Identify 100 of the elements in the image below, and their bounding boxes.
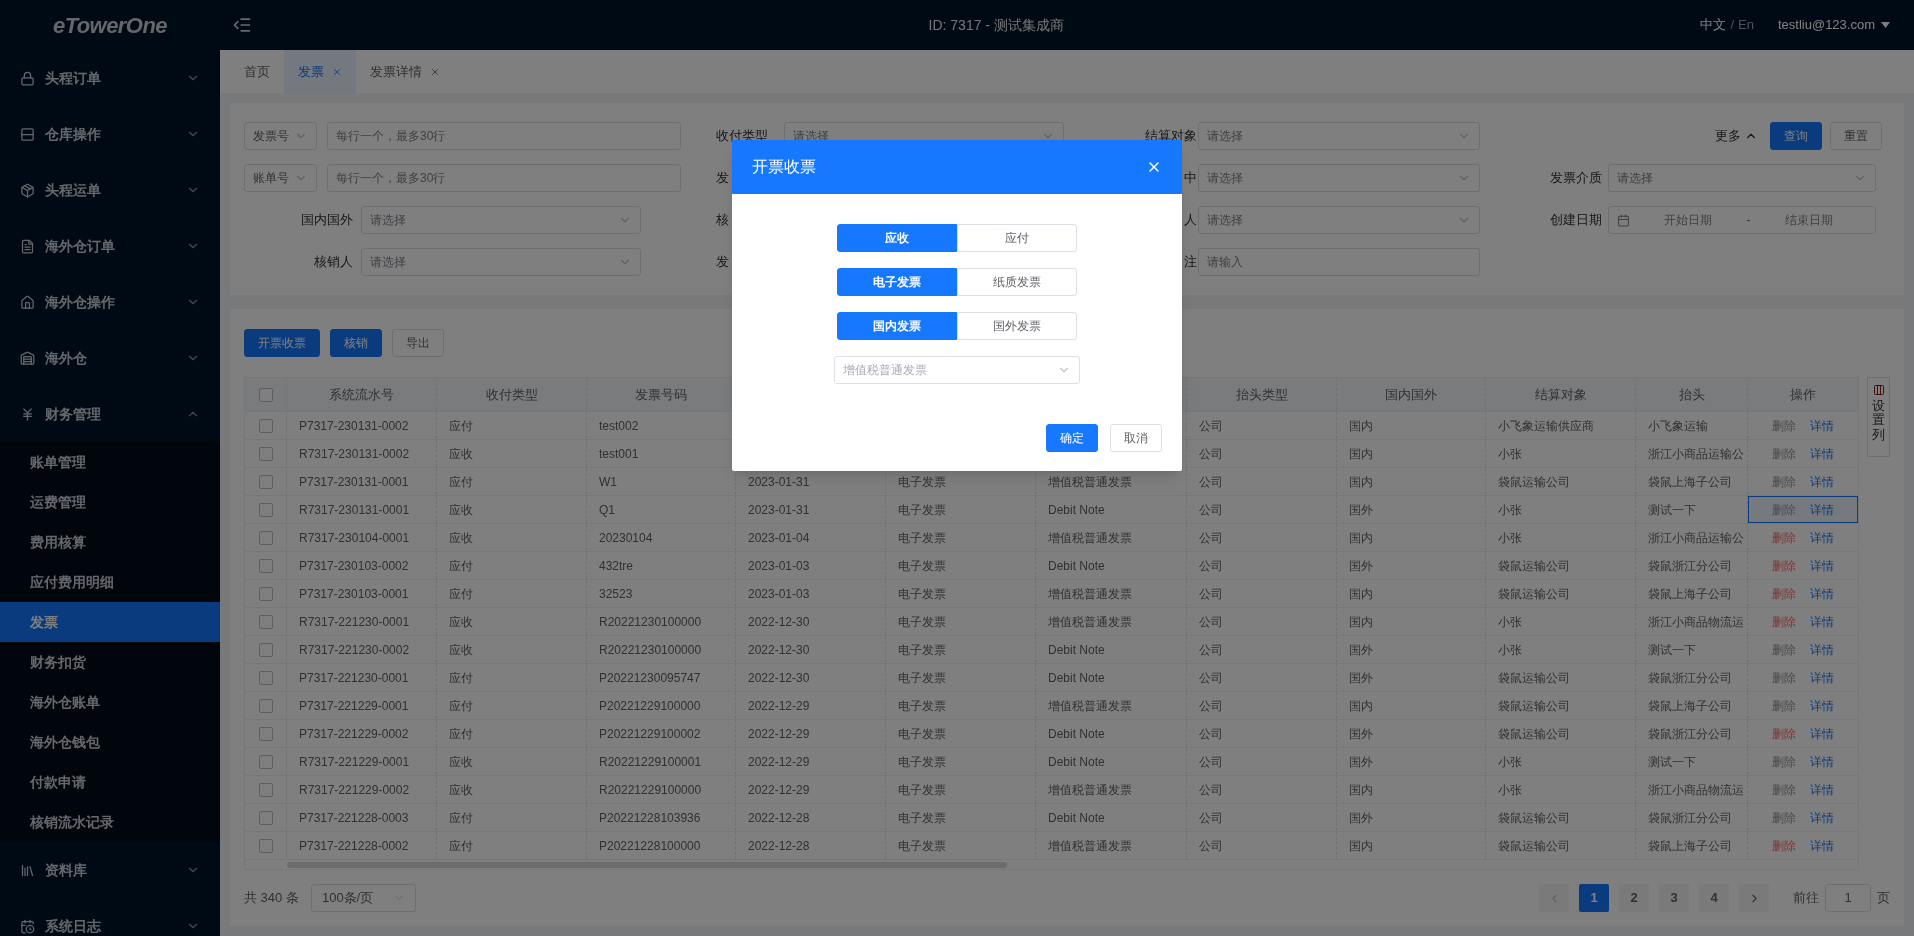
button[interactable]: 重置 [1830,122,1882,150]
segment-option[interactable]: 纸质发票 [957,268,1077,296]
checkbox[interactable] [258,614,273,629]
delete-link[interactable]: 删除 [1772,528,1796,547]
sidebar-item[interactable]: 账单管理 [0,442,220,482]
sidebar-item[interactable]: 发票 [0,602,220,642]
checkbox[interactable] [258,474,273,489]
sidebar-item[interactable]: 付款申请 [0,762,220,802]
sidebar-item[interactable]: 海外仓账单 [0,682,220,722]
date-range-field[interactable]: 开始日期 - 结束日期 [1608,206,1876,234]
detail-link[interactable]: 详情 [1810,612,1834,631]
sidebar-group[interactable]: 头程运单 [0,162,220,218]
next-page-button[interactable] [1739,884,1769,912]
button[interactable]: 导出 [392,329,444,357]
detail-link[interactable]: 详情 [1810,668,1834,687]
select-field[interactable]: 发票号 [244,122,317,150]
checkbox[interactable] [258,670,273,685]
detail-link[interactable]: 详情 [1810,500,1834,519]
sidebar-group[interactable]: 系统日志 [0,898,220,936]
page-button[interactable]: 3 [1659,884,1689,912]
detail-link[interactable]: 详情 [1810,472,1834,491]
checkbox[interactable] [258,558,273,573]
checkbox[interactable] [258,418,273,433]
segment-option[interactable]: 电子发票 [837,268,957,296]
checkbox[interactable] [258,782,273,797]
sidebar-group[interactable]: 仓库操作 [0,106,220,162]
detail-link[interactable]: 详情 [1810,584,1834,603]
detail-link[interactable]: 详情 [1810,836,1834,855]
checkbox[interactable] [258,446,273,461]
detail-link[interactable]: 详情 [1810,528,1834,547]
language-option[interactable]: 中文 [1700,15,1727,35]
segment-option[interactable]: 国内发票 [837,312,957,340]
button[interactable]: 确定 [1046,424,1098,452]
detail-link[interactable]: 详情 [1810,752,1834,771]
sidebar-item[interactable]: 运费管理 [0,482,220,522]
page-size-select[interactable]: 100条/页 [310,884,416,912]
checkbox[interactable] [258,502,273,517]
detail-link[interactable]: 详情 [1810,444,1834,463]
page-button[interactable]: 2 [1619,884,1649,912]
sidebar-group[interactable]: 海外仓 [0,330,220,386]
detail-link[interactable]: 详情 [1810,556,1834,575]
button[interactable]: 取消 [1110,424,1162,452]
select-field[interactable]: 请选择 [1608,164,1876,192]
invoice-type-select[interactable]: 增值税普通发票 [834,356,1080,384]
sidebar-item[interactable]: 核销流水记录 [0,802,220,842]
delete-link[interactable]: 删除 [1772,584,1796,603]
user-menu[interactable]: testliu@123.com [1777,15,1890,35]
delete-link[interactable]: 删除 [1772,556,1796,575]
checkbox[interactable] [258,810,273,825]
select-field[interactable]: 请选择 [361,206,641,234]
sidebar-item[interactable]: 费用核算 [0,522,220,562]
detail-link[interactable]: 详情 [1810,780,1834,799]
sidebar-group[interactable]: 资料库 [0,842,220,898]
checkbox[interactable] [258,726,273,741]
column-settings-button[interactable]: 设置列 [1867,377,1890,457]
language-option[interactable]: En [1738,15,1754,35]
previous-page-button[interactable] [1539,884,1569,912]
delete-link[interactable]: 删除 [1772,612,1796,631]
page-tab[interactable]: 首页 [230,50,284,93]
select-field[interactable]: 请选择 [1198,122,1480,150]
goto-page-field[interactable]: 1 [1825,884,1871,912]
segment-option[interactable]: 应收 [837,224,957,252]
select-field[interactable]: 账单号 [244,164,317,192]
sidebar-group[interactable]: 头程订单 [0,50,220,106]
page-tab[interactable]: 发票 [284,50,356,93]
select-field[interactable]: 请选择 [361,248,641,276]
button[interactable]: 查询 [1770,122,1822,150]
detail-link[interactable]: 详情 [1810,416,1834,435]
detail-link[interactable]: 详情 [1810,640,1834,659]
page-button[interactable]: 1 [1579,884,1609,912]
checkbox[interactable] [258,838,273,853]
checkbox[interactable] [258,754,273,769]
sidebar-group[interactable]: 海外仓订单 [0,218,220,274]
close-icon[interactable] [430,66,440,77]
checkbox[interactable] [258,586,273,601]
segment-option[interactable]: 国外发票 [957,312,1077,340]
page-button[interactable]: 4 [1699,884,1729,912]
button[interactable]: 核销 [330,329,382,357]
checkbox[interactable] [258,530,273,545]
sidebar-group[interactable]: 海外仓操作 [0,274,220,330]
select-field[interactable]: 请选择 [1198,206,1480,234]
menu-fold-icon[interactable] [232,15,252,35]
checkbox[interactable] [258,387,273,402]
sidebar-item[interactable]: 应付费用明细 [0,562,220,602]
detail-link[interactable]: 详情 [1810,696,1834,715]
segment-option[interactable]: 应付 [957,224,1077,252]
detail-link[interactable]: 详情 [1810,724,1834,743]
sidebar-group[interactable]: 财务管理 [0,386,220,442]
sidebar-item[interactable]: 海外仓钱包 [0,722,220,762]
text-field[interactable]: 请输入 [1198,248,1480,276]
detail-link[interactable]: 详情 [1810,808,1834,827]
sidebar-item[interactable]: 财务扣货 [0,642,220,682]
checkbox[interactable] [258,698,273,713]
more-toggle[interactable]: 更多 [1715,126,1758,146]
select-field[interactable]: 请选择 [1198,164,1480,192]
checkbox[interactable] [258,642,273,657]
page-tab[interactable]: 发票详情 [356,50,454,93]
delete-link[interactable]: 删除 [1772,836,1796,855]
close-icon[interactable] [332,66,342,77]
button[interactable]: 开票收票 [244,329,320,357]
